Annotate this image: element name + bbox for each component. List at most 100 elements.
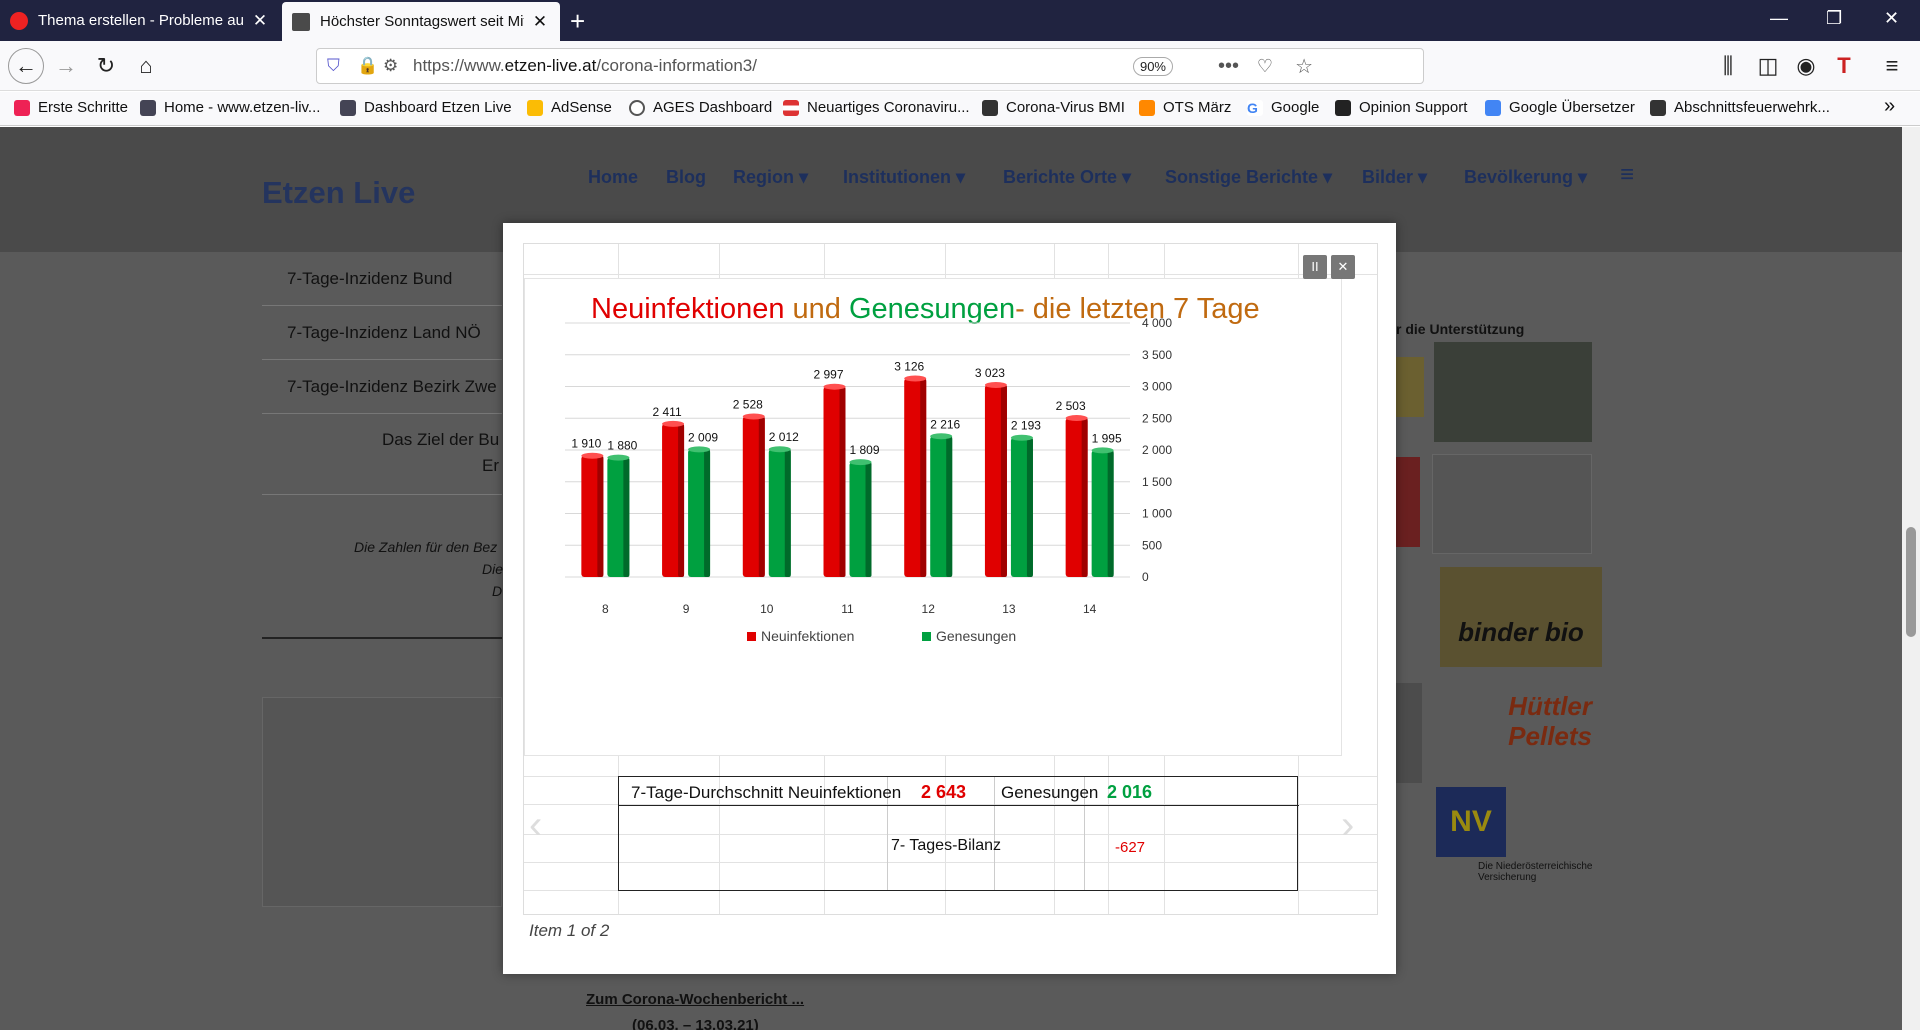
bookmarks-overflow-icon[interactable]: » xyxy=(1884,95,1895,118)
page-scrollbar[interactable] xyxy=(1902,127,1920,1030)
bookmark-item[interactable]: Erste Schritte xyxy=(14,99,128,116)
close-lightbox-button[interactable]: ✕ xyxy=(1331,255,1355,279)
summary-table: 7-Tage-Durchschnitt Neuinfektionen 2 643… xyxy=(618,776,1299,891)
legend-label: Genesungen xyxy=(936,628,1016,644)
bookmark-item[interactable]: Dashboard Etzen Live xyxy=(340,99,512,116)
lock-warning-icon[interactable]: 🔒 xyxy=(357,56,378,76)
sponsor-image[interactable] xyxy=(1432,454,1592,554)
sidebar-icon[interactable]: ◫ xyxy=(1752,50,1784,82)
close-tab-icon[interactable]: ✕ xyxy=(250,11,270,31)
menu-blog[interactable]: Blog xyxy=(666,167,706,188)
x-tick-label: 11 xyxy=(841,602,854,616)
back-button[interactable]: ← xyxy=(8,48,44,84)
close-window-icon[interactable]: ✕ xyxy=(1884,8,1899,29)
hamburger-menu-icon[interactable]: ≡ xyxy=(1620,161,1634,189)
bar-chart: 0 500 1 000 1 500 2 000 2 500 3 000 3 500 4 000 1… xyxy=(565,316,1172,644)
zoom-level[interactable]: 90% xyxy=(1132,57,1173,76)
permissions-icon[interactable]: ⚙ xyxy=(383,56,398,76)
chart-thumbnail[interactable] xyxy=(262,697,502,907)
menu-bevoelkerung[interactable]: Bevölkerung ▾ xyxy=(1464,167,1587,188)
bar-top xyxy=(768,446,791,453)
bar-shade xyxy=(1000,385,1007,577)
sponsor-image[interactable] xyxy=(1396,683,1422,783)
menu-institutionen[interactable]: Institutionen ▾ xyxy=(843,167,965,188)
bookmark-item[interactable]: Neuartiges Coronaviru... xyxy=(783,99,970,116)
bookmark-icon xyxy=(140,99,156,116)
bookmark-item[interactable]: OTS März xyxy=(1139,99,1231,116)
bar-top xyxy=(688,446,711,453)
bar-shade xyxy=(865,462,872,577)
bookmark-item[interactable]: Opinion Support xyxy=(1335,99,1467,116)
pocket-icon[interactable]: ♡ xyxy=(1257,56,1273,77)
austria-flag-icon xyxy=(783,99,799,116)
bookmark-icon xyxy=(14,99,30,116)
sponsor-nv-logo[interactable]: NV xyxy=(1436,787,1506,857)
bookmark-item[interactable]: Corona-Virus BMI xyxy=(982,99,1125,116)
pause-slideshow-button[interactable]: II xyxy=(1303,255,1327,279)
y-tick-label: 1 500 xyxy=(1142,475,1172,489)
data-label: 2 012 xyxy=(769,430,799,444)
sponsor-image[interactable] xyxy=(1434,342,1592,442)
bookmark-item[interactable]: Abschnittsfeuerwehrk... xyxy=(1650,99,1830,116)
menu-sonstige-berichte[interactable]: Sonstige Berichte ▾ xyxy=(1165,167,1332,188)
y-tick-label: 500 xyxy=(1142,538,1162,552)
sponsor-nv-caption: Die Niederösterreichische Versicherung xyxy=(1478,861,1593,883)
bar-shade xyxy=(839,386,846,577)
reload-button[interactable]: ↻ xyxy=(90,50,122,82)
site-logo[interactable]: Etzen Live xyxy=(262,175,415,211)
menu-icon[interactable]: ≡ xyxy=(1876,50,1908,82)
extension-t-icon[interactable]: T xyxy=(1828,50,1860,82)
bookmark-star-icon[interactable]: ☆ xyxy=(1295,54,1313,79)
lightbox-modal: Neuinfektionen und Genesungen- die letzt… xyxy=(503,223,1396,974)
home-button[interactable]: ⌂ xyxy=(130,50,162,82)
next-arrow-icon[interactable]: › xyxy=(1341,803,1354,848)
bookmark-icon xyxy=(1139,99,1155,116)
menu-region[interactable]: Region ▾ xyxy=(733,167,808,188)
new-tab-icon[interactable]: + xyxy=(570,6,585,37)
wochenbericht-link[interactable]: Zum Corona-Wochenbericht ... xyxy=(586,991,804,1008)
menu-berichte-orte[interactable]: Berichte Orte ▾ xyxy=(1003,167,1131,188)
sponsor-image[interactable] xyxy=(1396,457,1420,547)
bookmarks-toolbar: Erste Schritte Home - www.etzen-liv... D… xyxy=(0,92,1920,126)
forward-button[interactable]: → xyxy=(50,50,82,82)
sidebar-item-land[interactable]: 7-Tage-Inzidenz Land NÖ xyxy=(262,306,502,360)
tab-thema-erstellen[interactable]: Thema erstellen - Probleme auf ✕ xyxy=(0,0,280,41)
scrollbar-thumb[interactable] xyxy=(1906,527,1916,637)
menu-bilder[interactable]: Bilder ▾ xyxy=(1362,167,1427,188)
account-icon[interactable]: ◉ xyxy=(1790,50,1822,82)
sidebar-item-bund[interactable]: 7-Tage-Inzidenz Bund xyxy=(262,252,502,306)
recovered-label: Genesungen xyxy=(1001,783,1099,802)
close-tab-icon[interactable]: ✕ xyxy=(530,12,550,32)
bookmark-item[interactable]: G Google xyxy=(1247,99,1319,116)
bar-top xyxy=(984,382,1007,389)
sponsor-heading: r die Unterstützung xyxy=(1396,321,1525,337)
data-label: 3 126 xyxy=(894,359,924,373)
italic-note-2: Die xyxy=(482,561,504,577)
menu-home[interactable]: Home xyxy=(588,167,638,188)
y-tick-label: 2 500 xyxy=(1142,411,1172,425)
minimize-icon[interactable]: — xyxy=(1770,8,1788,29)
bookmark-item[interactable]: Google Übersetzer xyxy=(1485,99,1635,116)
recovered-value: 2 016 xyxy=(1107,782,1153,802)
previous-arrow-icon[interactable]: ‹ xyxy=(529,803,542,848)
sponsor-image[interactable] xyxy=(1396,357,1424,417)
globe-icon xyxy=(629,99,645,116)
sidebar-item-bezirk[interactable]: 7-Tage-Inzidenz Bezirk Zwe xyxy=(262,360,502,414)
bar-top xyxy=(823,383,846,390)
bookmark-item[interactable]: AdSense xyxy=(527,99,612,116)
sponsor-huettler-pellets[interactable]: Hüttler Pellets xyxy=(1436,683,1596,763)
restore-icon[interactable]: ❐ xyxy=(1826,8,1842,29)
more-actions-icon[interactable]: ••• xyxy=(1218,55,1239,78)
tab-active[interactable]: Höchster Sonntagswert seit Mit ✕ xyxy=(282,2,560,41)
bookmark-item[interactable]: Home - www.etzen-liv... xyxy=(140,99,320,116)
bar-top xyxy=(607,454,630,461)
bookmark-item[interactable]: AGES Dashboard xyxy=(629,99,772,116)
bar-top xyxy=(742,413,765,420)
library-icon[interactable]: ⫼ xyxy=(1712,50,1744,82)
y-tick-label: 3 000 xyxy=(1142,380,1172,394)
bar-shade xyxy=(1107,450,1114,577)
bar-top xyxy=(849,459,872,466)
sponsor-binder-bio[interactable]: binder bio xyxy=(1440,567,1602,667)
data-label: 2 193 xyxy=(1011,419,1041,433)
address-bar[interactable]: ⛉ 🔒 ⚙ https://www.etzen-live.at/corona-i… xyxy=(316,48,1424,84)
